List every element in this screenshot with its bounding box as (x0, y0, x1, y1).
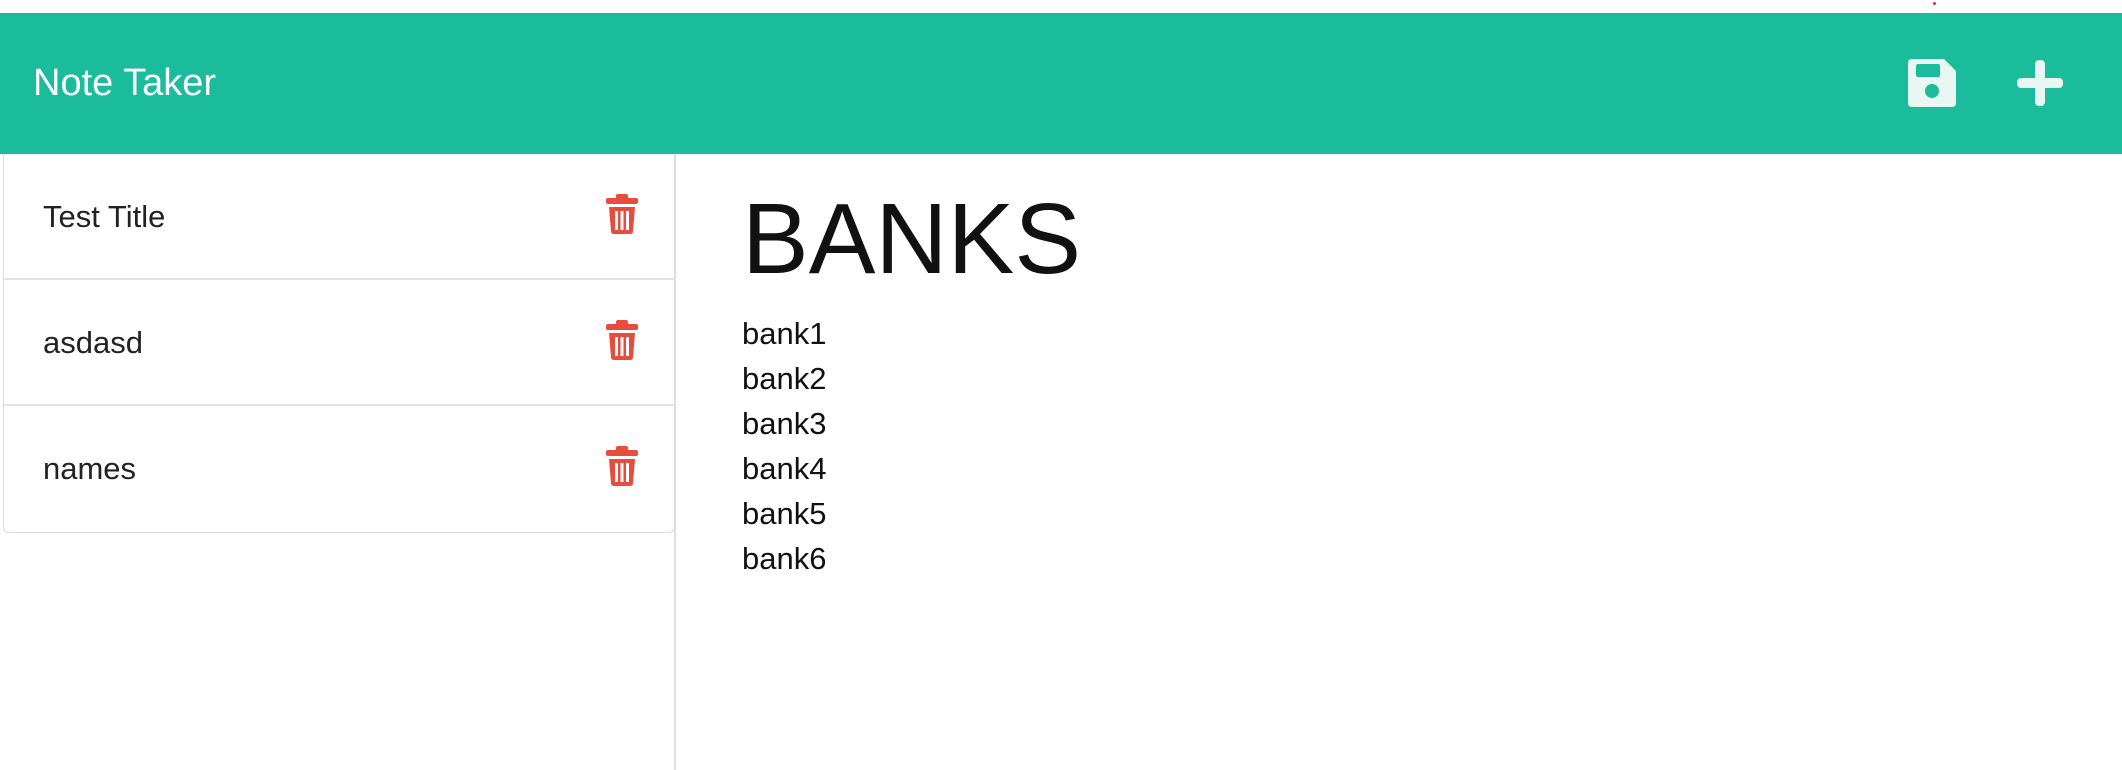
notes-sidebar: Test Title asdasd names (0, 154, 676, 770)
note-title-input[interactable]: BANKS (742, 184, 1081, 294)
note-textarea[interactable]: bank1 bank2 bank3 bank4 bank5 bank6 (742, 311, 826, 581)
note-list-item[interactable]: asdasd (4, 280, 674, 406)
note-title[interactable]: Test Title (43, 154, 165, 280)
note-list-item[interactable]: names (4, 406, 674, 532)
plus-icon[interactable] (2012, 55, 2068, 111)
top-strip (0, 0, 2122, 13)
note-editor: BANKS bank1 bank2 bank3 bank4 bank5 bank… (676, 154, 2122, 770)
stray-dot (1933, 2, 1936, 5)
navbar: Note Taker (0, 13, 2122, 154)
save-icon[interactable] (1904, 55, 1960, 111)
trash-icon[interactable] (605, 320, 639, 360)
note-title[interactable]: names (43, 406, 136, 532)
notes-list: Test Title asdasd names (3, 154, 675, 533)
app-title[interactable]: Note Taker (33, 13, 216, 154)
trash-icon[interactable] (605, 446, 639, 486)
note-title[interactable]: asdasd (43, 280, 143, 406)
trash-icon[interactable] (605, 194, 639, 234)
note-list-item[interactable]: Test Title (4, 154, 674, 280)
